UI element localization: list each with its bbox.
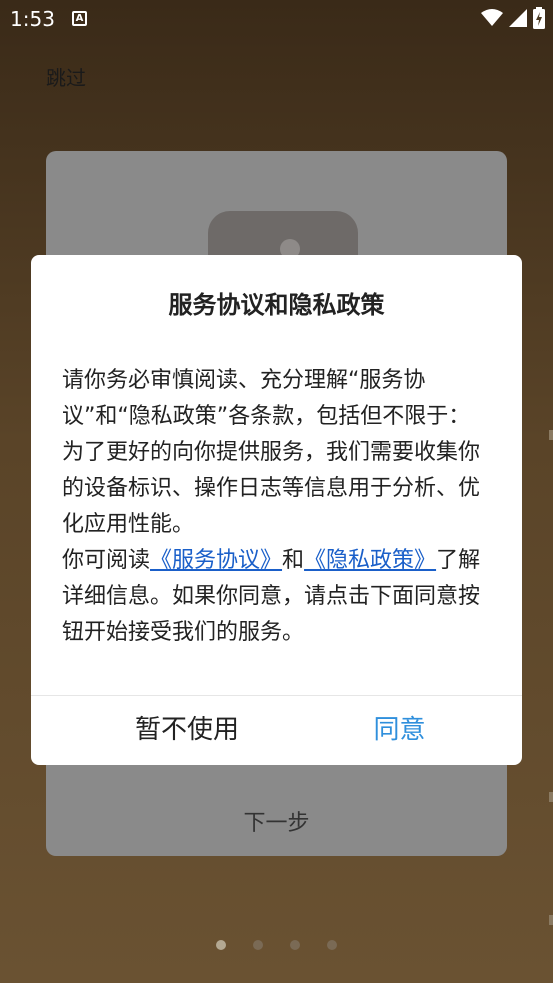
body-intro: 请你务必审慎阅读、充分理解“服务协议”和“隐私政策”各条款，包括但不限于：为了更… xyxy=(62,368,481,537)
status-bar: 1:53 A xyxy=(0,0,553,38)
privacy-dialog: 服务协议和隐私政策 请你务必审慎阅读、充分理解“服务协议”和“隐私政策”各条款，… xyxy=(31,255,522,765)
body-prefix: 你可阅读 xyxy=(62,548,151,573)
service-agreement-link[interactable]: 《服务协议》 xyxy=(150,548,282,573)
edge-mark xyxy=(549,430,553,440)
page-indicator xyxy=(0,940,553,950)
edge-mark xyxy=(549,792,553,802)
page-dot xyxy=(216,940,226,950)
wifi-icon xyxy=(481,9,503,26)
cellular-signal-icon xyxy=(509,9,527,27)
dialog-body: 请你务必审慎阅读、充分理解“服务协议”和“隐私政策”各条款，包括但不限于：为了更… xyxy=(62,363,492,651)
dialog-title: 服务协议和隐私政策 xyxy=(168,291,385,319)
page-dot xyxy=(290,940,300,950)
privacy-policy-link[interactable]: 《隐私政策》 xyxy=(304,548,436,573)
next-step-button[interactable]: 下一步 xyxy=(46,805,507,837)
notification-icon: A xyxy=(72,11,87,26)
battery-icon xyxy=(533,7,545,29)
page-dot xyxy=(327,940,337,950)
status-icons xyxy=(481,7,545,29)
status-time: 1:53 xyxy=(10,7,55,31)
skip-button[interactable]: 跳过 xyxy=(46,62,86,91)
agree-button[interactable]: 同意 xyxy=(277,696,522,765)
decline-button[interactable]: 暂不使用 xyxy=(67,696,312,765)
edge-mark xyxy=(549,915,553,925)
body-and: 和 xyxy=(282,548,305,573)
page-dot xyxy=(253,940,263,950)
